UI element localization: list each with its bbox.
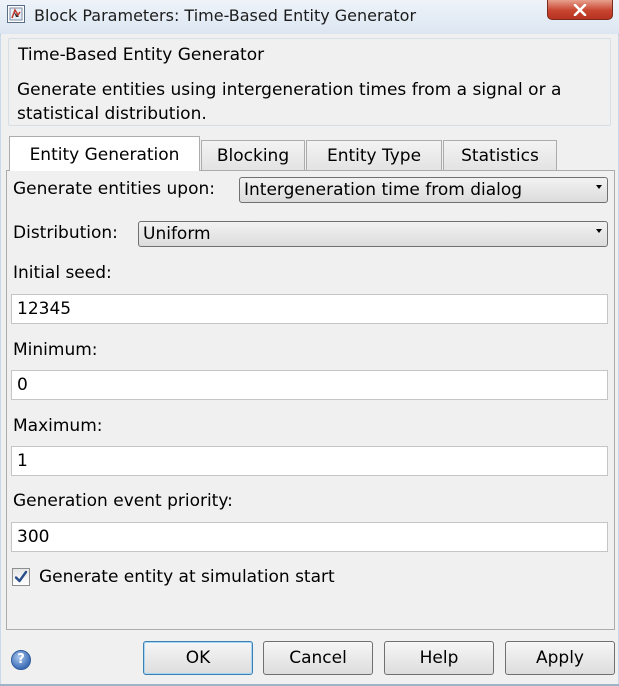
block-description: Generate entities using intergeneration … [17,80,562,124]
maximum-label: Maximum: [13,416,103,436]
generate-upon-label: Generate entities upon: [13,179,215,199]
dropdown-arrow-icon [596,185,602,189]
minimum-label: Minimum: [13,340,98,360]
close-button[interactable] [547,0,613,20]
generate-upon-dropdown[interactable]: Intergeneration time from dialog [239,177,608,203]
generate-upon-value: Intergeneration time from dialog [244,180,523,200]
initial-seed-label: Initial seed: [13,263,112,283]
title-bar[interactable]: Block Parameters: Time-Based Entity Gene… [0,0,619,35]
priority-input[interactable] [11,522,608,552]
tab-blocking[interactable]: Blocking [201,140,305,170]
simulink-block-icon [7,5,25,23]
tab-statistics[interactable]: Statistics [443,140,557,170]
block-name: Time-Based Entity Generator [18,45,265,65]
apply-button[interactable]: Apply [505,641,615,675]
distribution-dropdown[interactable]: Uniform [138,221,608,247]
block-description-group: Time-Based Entity Generator Generate ent… [8,38,611,126]
cancel-button[interactable]: Cancel [263,641,373,675]
maximum-input[interactable] [11,446,608,476]
dialog-body: Time-Based Entity Generator Generate ent… [1,34,618,684]
priority-label: Generation event priority: [13,491,233,511]
dropdown-arrow-icon [596,229,602,233]
help-question-icon[interactable]: ? [11,650,31,670]
window-title: Block Parameters: Time-Based Entity Gene… [34,6,417,25]
minimum-input[interactable] [11,370,608,400]
distribution-label: Distribution: [13,223,118,243]
checkmark-icon [14,570,28,583]
close-x-icon [573,3,587,16]
distribution-value: Uniform [143,224,211,244]
simulation-start-checkbox[interactable] [12,568,30,586]
ok-button[interactable]: OK [143,641,253,675]
initial-seed-input[interactable] [11,294,608,324]
simulation-start-label[interactable]: Generate entity at simulation start [39,567,335,587]
tab-entity-type[interactable]: Entity Type [306,140,442,170]
tab-entity-generation[interactable]: Entity Generation [9,136,200,171]
help-button[interactable]: Help [384,641,494,675]
